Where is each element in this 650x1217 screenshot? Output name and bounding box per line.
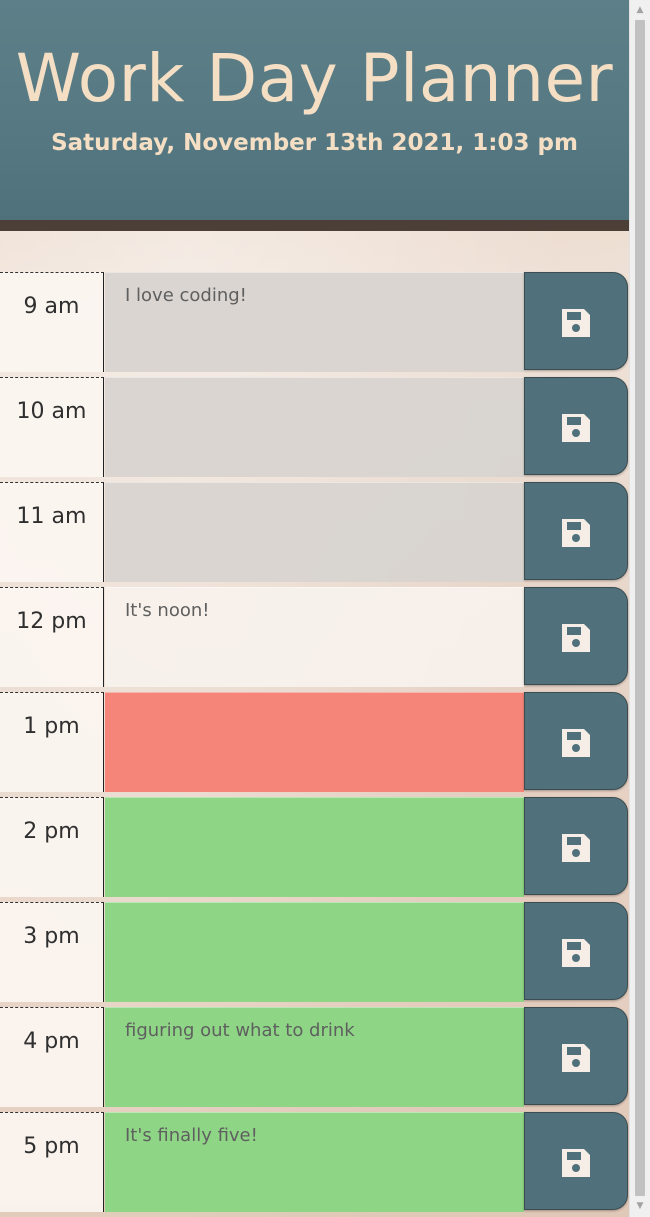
time-block-row: 3 pm	[0, 902, 629, 1002]
hour-label: 11 am	[0, 482, 104, 582]
scroll-up-arrow-icon[interactable]: ▲	[630, 2, 650, 19]
task-textarea[interactable]: I love coding!	[105, 272, 524, 372]
floppy-disk-icon	[562, 834, 590, 862]
task-textarea[interactable]: figuring out what to drink	[105, 1007, 524, 1107]
hour-label: 5 pm	[0, 1112, 104, 1212]
floppy-disk-icon	[562, 309, 590, 337]
time-block-row: 4 pm figuring out what to drink	[0, 1007, 629, 1107]
vertical-scrollbar[interactable]: ▲ ▼	[629, 0, 650, 1217]
save-button[interactable]	[524, 482, 628, 580]
time-block-row: 1 pm	[0, 692, 629, 792]
save-button[interactable]	[524, 587, 628, 685]
hour-label: 10 am	[0, 377, 104, 477]
floppy-disk-icon	[562, 939, 590, 967]
floppy-disk-icon	[562, 1044, 590, 1072]
save-button[interactable]	[524, 692, 628, 790]
save-button[interactable]	[524, 1112, 628, 1210]
task-textarea[interactable]: It's finally five!	[105, 1112, 524, 1212]
time-block-row: 2 pm	[0, 797, 629, 897]
save-button[interactable]	[524, 1007, 628, 1105]
floppy-disk-icon	[562, 729, 590, 757]
hour-label: 3 pm	[0, 902, 104, 1002]
time-block-row: 9 am I love coding!	[0, 272, 629, 372]
task-textarea[interactable]: It's noon!	[105, 587, 524, 687]
hour-label: 2 pm	[0, 797, 104, 897]
scrollbar-thumb[interactable]	[635, 20, 645, 1196]
time-block-row: 5 pm It's finally five!	[0, 1112, 629, 1212]
time-block-row: 10 am	[0, 377, 629, 477]
planner-page: Work Day Planner Saturday, November 13th…	[0, 0, 629, 1217]
floppy-disk-icon	[562, 519, 590, 547]
floppy-disk-icon	[562, 1149, 590, 1177]
task-textarea[interactable]	[105, 797, 524, 897]
time-block-row: 12 pm It's noon!	[0, 587, 629, 687]
hour-label: 12 pm	[0, 587, 104, 687]
hour-label: 4 pm	[0, 1007, 104, 1107]
save-button[interactable]	[524, 797, 628, 895]
time-block-row: 11 am	[0, 482, 629, 582]
scroll-down-arrow-icon[interactable]: ▼	[630, 1198, 650, 1215]
floppy-disk-icon	[562, 414, 590, 442]
hour-label: 1 pm	[0, 692, 104, 792]
hour-label: 9 am	[0, 272, 104, 372]
task-textarea[interactable]	[105, 377, 524, 477]
task-textarea[interactable]	[105, 482, 524, 582]
page-title: Work Day Planner	[15, 40, 614, 117]
save-button[interactable]	[524, 272, 628, 370]
floppy-disk-icon	[562, 624, 590, 652]
save-button[interactable]	[524, 377, 628, 475]
task-textarea[interactable]	[105, 902, 524, 1002]
task-textarea[interactable]	[105, 692, 524, 792]
current-date: Saturday, November 13th 2021, 1:03 pm	[51, 130, 578, 156]
time-block-list: 9 am I love coding! 10 am 11 am 12 pm It…	[0, 272, 629, 1217]
jumbotron-header: Work Day Planner Saturday, November 13th…	[0, 0, 629, 231]
save-button[interactable]	[524, 902, 628, 1000]
